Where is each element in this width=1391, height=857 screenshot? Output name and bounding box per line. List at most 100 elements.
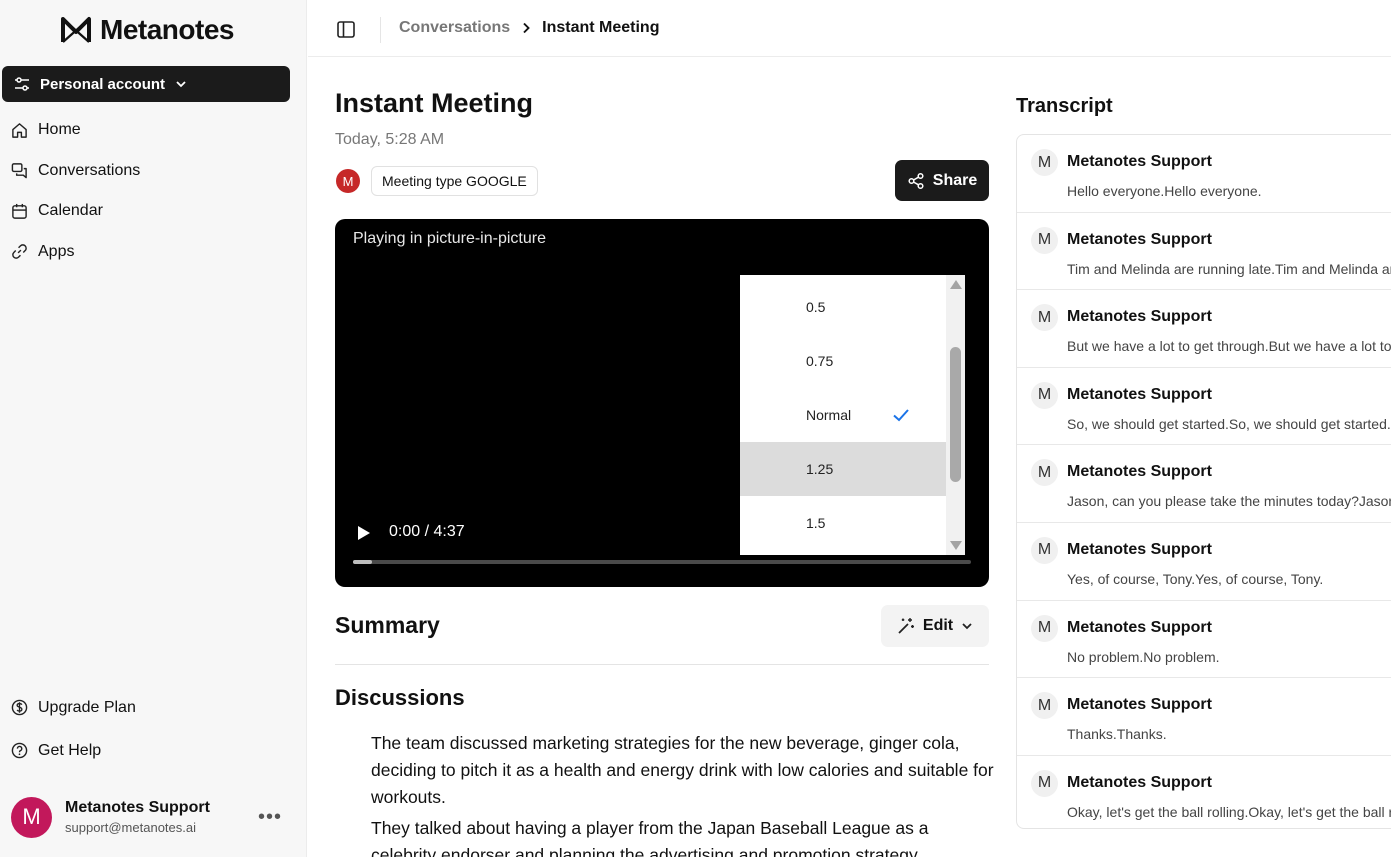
transcript-entry[interactable]: M Metanotes Support Tim and Melinda are ru… bbox=[1017, 213, 1391, 291]
user-info: Metanotes Support support@metanotes.ai bbox=[65, 799, 210, 835]
speaker-avatar: M bbox=[1031, 149, 1058, 176]
speed-option-label: 1.25 bbox=[806, 461, 834, 477]
nav-item-label: Conversations bbox=[38, 161, 141, 179]
page-title: Instant Meeting bbox=[335, 88, 534, 118]
user-avatar: M bbox=[11, 796, 52, 838]
transcript-entry[interactable]: M Metanotes Support Okay, let's get the ba… bbox=[1017, 756, 1391, 828]
scroll-up-arrow[interactable] bbox=[950, 280, 962, 289]
edit-button[interactable]: Edit bbox=[881, 605, 989, 647]
speed-option-label: 0.5 bbox=[806, 299, 826, 315]
account-label: Personal account bbox=[40, 75, 166, 93]
transcript-text: But we have a lot to get through.But we … bbox=[1067, 338, 1391, 355]
nav-item-label: Calendar bbox=[38, 202, 103, 220]
transcript-text: Tim and Melinda are running late.Tim and… bbox=[1067, 260, 1391, 277]
nav-item-upgrade-plan[interactable]: Upgrade Plan bbox=[0, 686, 300, 729]
speaker-avatar: M bbox=[1031, 381, 1058, 409]
breadcrumb: Conversations Instant Meeting bbox=[399, 19, 659, 37]
scroll-down-arrow[interactable] bbox=[950, 541, 962, 550]
brand-name: Metanotes bbox=[100, 14, 234, 45]
share-icon bbox=[908, 172, 924, 189]
speaker-name: Metanotes Support bbox=[1067, 385, 1212, 403]
speaker-avatar: M bbox=[1031, 614, 1058, 642]
logo[interactable]: Metanotes bbox=[60, 14, 234, 46]
speed-option[interactable]: 0.75 bbox=[740, 334, 946, 388]
nav-item-home[interactable]: Home bbox=[0, 110, 300, 151]
speaker-avatar: M bbox=[1031, 769, 1058, 797]
speaker-name: Metanotes Support bbox=[1067, 618, 1212, 636]
menu-scrollbar[interactable] bbox=[946, 275, 965, 555]
main-nav: Home Conversations Calendar Apps bbox=[0, 110, 300, 272]
account-switcher-button[interactable]: Personal account bbox=[2, 66, 290, 102]
chevron-down-icon bbox=[176, 81, 186, 88]
transcript-text: Jason, can you please take the minutes t… bbox=[1067, 493, 1391, 510]
transcript-text: Okay, let's get the ball rolling.Okay, l… bbox=[1067, 803, 1391, 820]
transcript-text: Yes, of course, Tony.Yes, of course, Ton… bbox=[1067, 570, 1324, 587]
nav-item-apps[interactable]: Apps bbox=[0, 232, 300, 273]
transcript-text: No problem.No problem. bbox=[1067, 648, 1220, 665]
transcript-entry[interactable]: M Metanotes Support No problem.No problem. bbox=[1017, 601, 1391, 679]
meeting-type-badge: Meeting type GOOGLE bbox=[371, 166, 538, 196]
metanotes-logo-icon bbox=[61, 17, 91, 43]
speed-option[interactable]: 1.25 bbox=[740, 442, 946, 496]
discussions-title: Discussions bbox=[335, 685, 465, 710]
discussions-list: The team discussed marketing strategies … bbox=[371, 730, 996, 857]
nav-item-calendar[interactable]: Calendar bbox=[0, 191, 300, 232]
chevron-right-icon bbox=[523, 22, 530, 34]
playback-speed-menu: 1.5 1.25 Normal 0.75 0.5 bbox=[740, 275, 965, 555]
transcript-entry[interactable]: M Metanotes Support Yes, of course, Tony.Y… bbox=[1017, 523, 1391, 601]
transcript-entry[interactable]: M Metanotes Support Hello everyone.Hello e… bbox=[1017, 135, 1391, 213]
nav-item-conversations[interactable]: Conversations bbox=[0, 151, 300, 192]
user-profile[interactable]: M Metanotes Support support@metanotes.ai… bbox=[11, 796, 296, 838]
nav-item-label: Upgrade Plan bbox=[38, 698, 136, 716]
speaker-name: Metanotes Support bbox=[1067, 230, 1212, 248]
speed-option-label: 0.75 bbox=[806, 353, 834, 369]
speed-option[interactable]: 1.5 bbox=[740, 496, 946, 550]
playback-time: 0:00 / 4:37 bbox=[389, 523, 465, 540]
share-button[interactable]: Share bbox=[895, 160, 989, 201]
nav-item-label: Apps bbox=[38, 242, 75, 260]
nav-item-label: Home bbox=[38, 121, 81, 139]
chevron-down-icon bbox=[962, 623, 972, 630]
transcript-entry[interactable]: M Metanotes Support Thanks.Thanks. bbox=[1017, 678, 1391, 756]
speed-option[interactable]: 0.5 bbox=[740, 280, 946, 334]
sidebar-toggle-icon[interactable] bbox=[337, 21, 355, 38]
transcript-text: So, we should get started.So, we should … bbox=[1067, 415, 1391, 432]
progress-bar[interactable] bbox=[353, 560, 971, 564]
speaker-avatar: M bbox=[1031, 226, 1058, 254]
link-icon bbox=[12, 244, 27, 260]
breadcrumb-parent[interactable]: Conversations bbox=[399, 19, 510, 37]
topbar: Conversations Instant Meeting bbox=[308, 3, 1391, 57]
check-icon bbox=[893, 409, 909, 422]
speed-option-label: Normal bbox=[806, 407, 852, 423]
speaker-avatar: M bbox=[1031, 459, 1058, 487]
magic-wand-icon bbox=[898, 618, 914, 634]
more-options-icon[interactable]: ••• bbox=[258, 806, 282, 829]
speed-option[interactable]: Normal bbox=[740, 388, 946, 442]
speaker-name: Metanotes Support bbox=[1067, 463, 1212, 481]
breadcrumb-current: Instant Meeting bbox=[542, 19, 660, 36]
play-icon[interactable] bbox=[357, 525, 371, 541]
speaker-name: Metanotes Support bbox=[1067, 696, 1212, 714]
meeting-date: Today, 5:28 AM bbox=[335, 131, 445, 148]
topbar-divider bbox=[380, 17, 381, 43]
progress-fill bbox=[353, 560, 372, 564]
transcript-entry[interactable]: M Metanotes Support So, we should get star… bbox=[1017, 368, 1391, 446]
edit-label: Edit bbox=[922, 617, 954, 634]
summary-divider bbox=[335, 664, 989, 665]
conversations-icon bbox=[11, 163, 27, 179]
nav-item-get-help[interactable]: Get Help bbox=[0, 729, 300, 772]
scrollbar-thumb[interactable] bbox=[950, 347, 961, 482]
speaker-avatar: M bbox=[1031, 692, 1058, 720]
summary-title: Summary bbox=[335, 612, 440, 638]
pip-status: Playing in picture-in-picture bbox=[353, 230, 546, 247]
speaker-name: Metanotes Support bbox=[1067, 773, 1212, 791]
user-name: Metanotes Support bbox=[65, 799, 210, 816]
participant-avatar: M bbox=[336, 169, 360, 193]
discussion-item: They talked about having a player from t… bbox=[371, 818, 929, 857]
dollar-icon bbox=[11, 699, 28, 716]
transcript-entry[interactable]: M Metanotes Support Jason, can you please … bbox=[1017, 445, 1391, 523]
speaker-name: Metanotes Support bbox=[1067, 540, 1212, 558]
transcript-entry[interactable]: M Metanotes Support But we have a lot to g… bbox=[1017, 290, 1391, 368]
video-player[interactable]: Playing in picture-in-picture 0:00 / 4:3… bbox=[335, 219, 989, 587]
user-email: support@metanotes.ai bbox=[65, 820, 196, 835]
